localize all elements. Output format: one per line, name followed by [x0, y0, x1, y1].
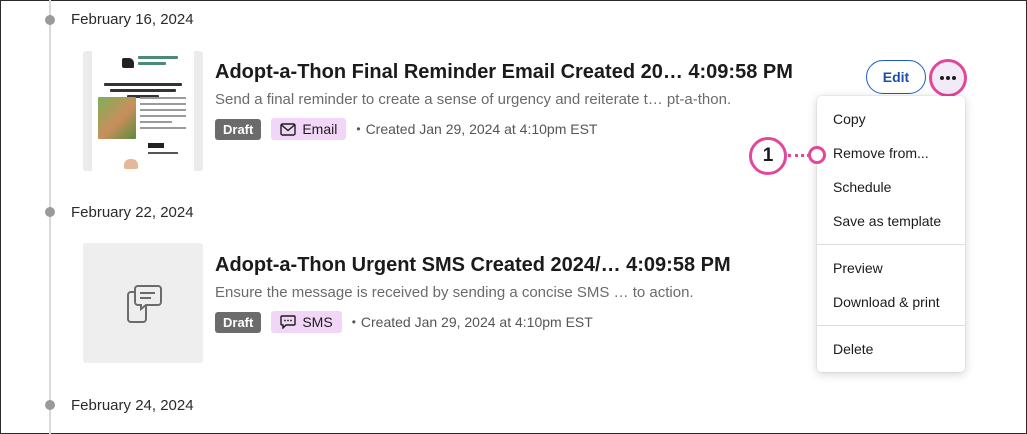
campaign-title[interactable]: Adopt-a-Thon Urgent SMS Created 2024/… 4… — [215, 254, 731, 277]
campaign-meta: Draft Email • Created Jan 29, 2024 at 4:… — [215, 118, 598, 140]
step-callout-badge: 1 — [749, 137, 787, 175]
menu-item-preview[interactable]: Preview — [833, 260, 883, 276]
date-heading: February 24, 2024 — [71, 397, 194, 414]
created-text: Created Jan 29, 2024 at 4:10pm EST — [360, 314, 593, 330]
menu-divider — [817, 244, 965, 245]
email-preview — [92, 51, 194, 171]
chat-bubble-icon — [280, 315, 297, 329]
status-badge: Draft — [215, 311, 262, 333]
timeline-line — [49, 0, 51, 434]
campaign-description: Ensure the message is received by sendin… — [215, 284, 694, 301]
callout-target-ring — [808, 146, 826, 164]
edit-button[interactable]: Edit — [866, 60, 926, 94]
pet-photo — [98, 97, 136, 139]
created-info: • Created Jan 29, 2024 at 4:10pm EST — [351, 314, 593, 330]
timeline-dot — [45, 207, 55, 217]
envelope-icon — [280, 122, 297, 136]
campaign-title[interactable]: Adopt-a-Thon Final Reminder Email Create… — [215, 61, 793, 84]
email-cta-button — [148, 143, 164, 148]
sms-thumbnail[interactable] — [83, 243, 203, 363]
email-subheading — [148, 152, 178, 154]
callout-connector — [788, 154, 810, 157]
email-thumbnail[interactable] — [83, 51, 203, 171]
more-options-button[interactable] — [929, 59, 967, 97]
timeline-dot — [45, 400, 55, 410]
status-badge: Draft — [215, 118, 262, 140]
timeline-dot — [45, 15, 55, 25]
menu-item-delete[interactable]: Delete — [833, 341, 873, 357]
menu-divider — [817, 325, 965, 326]
mobile-message-icon — [127, 285, 162, 323]
pet-paw-image — [124, 159, 138, 169]
menu-item-download-print[interactable]: Download & print — [833, 294, 940, 310]
created-text: Created Jan 29, 2024 at 4:10pm EST — [365, 121, 598, 137]
menu-item-copy[interactable]: Copy — [833, 111, 866, 127]
created-info: • Created Jan 29, 2024 at 4:10pm EST — [356, 121, 598, 137]
dog-logo-icon — [122, 58, 134, 68]
menu-item-schedule[interactable]: Schedule — [833, 179, 891, 195]
channel-badge: Email — [271, 118, 347, 140]
logo-wordmark — [138, 56, 178, 70]
menu-item-remove-from[interactable]: Remove from... — [833, 145, 929, 161]
date-heading: February 22, 2024 — [71, 204, 194, 221]
email-body-text — [140, 97, 186, 133]
channel-label: SMS — [302, 314, 333, 330]
menu-item-save-as-template[interactable]: Save as template — [833, 213, 941, 229]
ellipsis-icon — [940, 76, 956, 80]
date-heading: February 16, 2024 — [71, 11, 194, 28]
campaign-meta: Draft SMS • Created Jan 29, 2024 at 4:10… — [215, 311, 593, 333]
campaign-description: Send a final reminder to create a sense … — [215, 91, 732, 108]
more-options-menu: Copy Remove from... Schedule Save as tem… — [817, 96, 965, 372]
channel-badge: SMS — [271, 311, 342, 333]
channel-label: Email — [302, 121, 338, 137]
